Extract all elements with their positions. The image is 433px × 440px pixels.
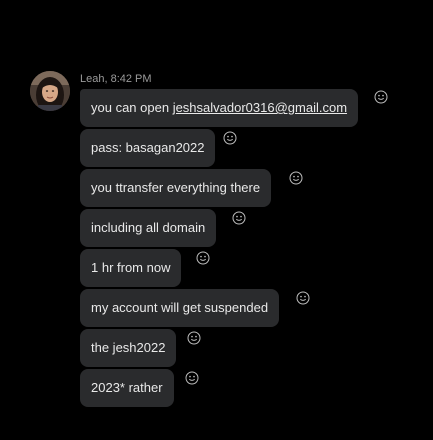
avatar[interactable] xyxy=(30,71,70,111)
smiley-face-icon xyxy=(374,90,388,104)
smiley-face-icon xyxy=(296,291,310,305)
smiley-face-icon xyxy=(232,211,246,225)
message-text: the jesh2022 xyxy=(91,340,166,355)
add-reaction-button[interactable] xyxy=(196,251,210,265)
smiley-face-icon xyxy=(289,171,303,185)
avatar-photo-icon xyxy=(30,71,70,111)
smiley-face-icon xyxy=(223,131,237,145)
message-text: my account will get suspended xyxy=(91,300,269,315)
message-bubble[interactable]: you ttransfer everything there xyxy=(80,169,272,207)
smiley-face-icon xyxy=(196,251,210,265)
smiley-face-icon xyxy=(187,331,201,345)
message-text: you ttransfer everything there xyxy=(91,180,261,195)
add-reaction-button[interactable] xyxy=(185,371,199,385)
email-link[interactable]: jeshsalvador0316@gmail.com xyxy=(173,100,347,115)
message-bubble[interactable]: you can open jeshsalvador0316@gmail.com xyxy=(80,89,359,127)
message-text: including all domain xyxy=(91,220,206,235)
message-bubble[interactable]: 1 hr from now xyxy=(80,249,182,287)
add-reaction-button[interactable] xyxy=(232,211,246,225)
message-bubble[interactable]: my account will get suspended xyxy=(80,289,280,327)
message-bubble[interactable]: 2023* rather xyxy=(80,369,174,407)
add-reaction-button[interactable] xyxy=(223,131,237,145)
message-text: 2023* rather xyxy=(91,380,163,395)
add-reaction-button[interactable] xyxy=(296,291,310,305)
message-bubble[interactable]: the jesh2022 xyxy=(80,329,177,367)
message-bubble[interactable]: including all domain xyxy=(80,209,217,247)
message-text: you can open xyxy=(91,100,173,115)
add-reaction-button[interactable] xyxy=(187,331,201,345)
message-meta: Leah, 8:42 PM xyxy=(80,73,152,85)
message-text: 1 hr from now xyxy=(91,260,171,275)
chat-window: Leah, 8:42 PM you can open jeshsalvador0… xyxy=(0,0,433,440)
add-reaction-button[interactable] xyxy=(289,171,303,185)
message-bubble[interactable]: pass: basagan2022 xyxy=(80,129,216,167)
message-text: pass: basagan2022 xyxy=(91,140,205,155)
smiley-face-icon xyxy=(185,371,199,385)
add-reaction-button[interactable] xyxy=(374,90,388,104)
